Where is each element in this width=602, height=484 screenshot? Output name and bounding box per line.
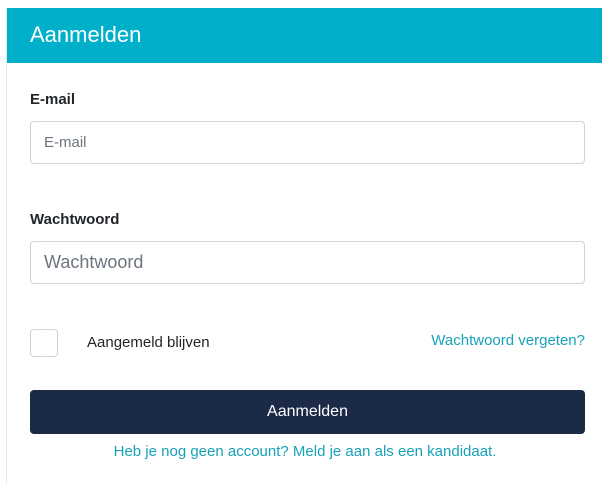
remember-me-checkbox[interactable] bbox=[30, 329, 58, 357]
page-title: Aanmelden bbox=[30, 22, 142, 47]
register-link[interactable]: Heb je nog geen account? Meld je aan als… bbox=[7, 443, 602, 461]
password-field[interactable] bbox=[30, 241, 585, 284]
login-card: Aanmelden E-mail Wachtwoord Aangemeld bl… bbox=[6, 8, 602, 484]
remember-me-label[interactable]: Aangemeld blijven bbox=[87, 334, 210, 352]
password-label: Wachtwoord bbox=[30, 211, 120, 228]
login-card-header: Aanmelden bbox=[7, 8, 602, 63]
email-label: E-mail bbox=[30, 91, 76, 108]
email-field[interactable] bbox=[30, 121, 585, 164]
login-button[interactable]: Aanmelden bbox=[30, 390, 585, 434]
forgot-password-link[interactable]: Wachtwoord vergeten? bbox=[431, 332, 585, 350]
